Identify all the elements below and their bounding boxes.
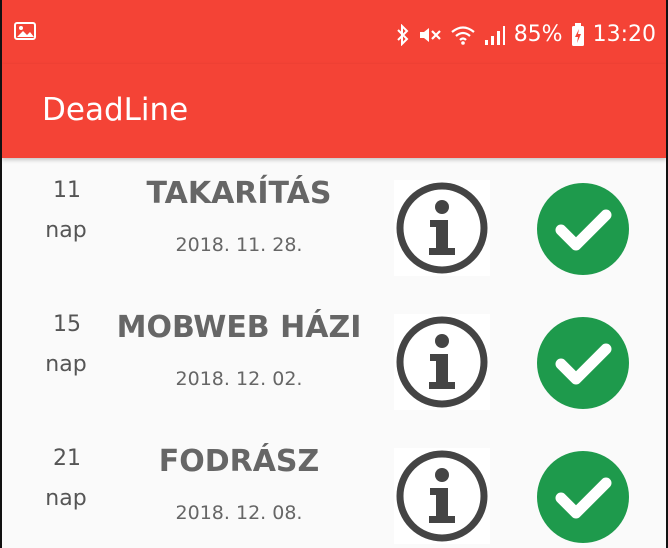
list-item[interactable]: 21 nap FODRÁSZ 2018. 12. 08.: [2, 428, 666, 548]
done-button[interactable]: [536, 182, 630, 276]
app-bar: DeadLine: [2, 64, 666, 158]
task-date: 2018. 12. 08.: [175, 502, 303, 524]
signal-icon: [484, 24, 506, 46]
bluetooth-icon: [396, 24, 410, 46]
wifi-icon: [450, 24, 476, 46]
info-icon: [394, 314, 490, 410]
info-button[interactable]: [394, 448, 490, 544]
info-button[interactable]: [394, 180, 490, 276]
info-button[interactable]: [394, 314, 490, 410]
info-icon: [394, 180, 490, 276]
status-bar: 85% 13:20: [2, 0, 666, 64]
task-title: MOBWEB HÁZI: [116, 310, 362, 345]
battery-percent: 85%: [513, 22, 563, 47]
done-button[interactable]: [536, 450, 630, 544]
days-left-unit: nap: [45, 352, 87, 377]
task-title: FODRÁSZ: [158, 444, 320, 479]
task-date: 2018. 12. 02.: [175, 368, 303, 390]
info-icon: [394, 448, 490, 544]
days-left-number: 15: [53, 312, 81, 337]
image-icon: [14, 22, 36, 40]
mute-icon: [418, 24, 442, 46]
checkmark-circle-icon: [536, 316, 630, 410]
list-item[interactable]: 11 nap TAKARÍTÁS 2018. 11. 28.: [2, 160, 666, 294]
task-list: 11 nap TAKARÍTÁS 2018. 11. 28. 15 nap MO…: [2, 160, 666, 548]
days-left-number: 11: [53, 178, 81, 203]
list-item[interactable]: 15 nap MOBWEB HÁZI 2018. 12. 02.: [2, 294, 666, 428]
battery-charging-icon: [571, 23, 585, 47]
days-left-unit: nap: [45, 486, 87, 511]
status-icons: 85% 13:20: [396, 18, 656, 52]
app-title: DeadLine: [42, 92, 189, 128]
clock-time: 13:20: [592, 22, 656, 47]
done-button[interactable]: [536, 316, 630, 410]
checkmark-circle-icon: [536, 182, 630, 276]
phone-screen: 85% 13:20 DeadLine 11 nap TAKARÍTÁS 2018…: [0, 0, 668, 548]
checkmark-circle-icon: [536, 450, 630, 544]
task-title: TAKARÍTÁS: [146, 176, 332, 211]
task-date: 2018. 11. 28.: [175, 234, 303, 256]
days-left-number: 21: [53, 446, 81, 471]
days-left-unit: nap: [45, 218, 87, 243]
